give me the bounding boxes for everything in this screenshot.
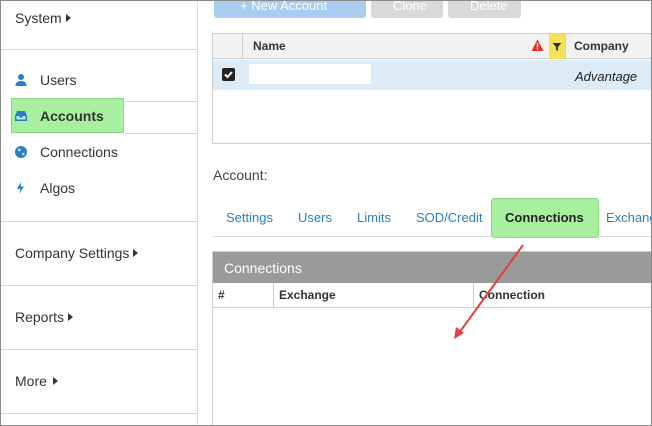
caret-right-icon bbox=[68, 313, 74, 321]
row-company-cell: Advantage bbox=[575, 69, 638, 84]
sidebar-item-users[interactable]: Users bbox=[1, 69, 197, 93]
caret-right-icon bbox=[65, 14, 71, 22]
grid-header: Name Company bbox=[213, 34, 651, 59]
column-divider bbox=[565, 34, 566, 59]
sidebar-company-settings-menu[interactable]: Company Settings bbox=[15, 245, 139, 261]
caret-right-icon bbox=[52, 377, 58, 385]
sidebar-item-accounts[interactable]: Accounts bbox=[1, 105, 197, 129]
new-account-label: + New Account bbox=[240, 0, 328, 13]
account-label: Account: bbox=[213, 167, 268, 183]
connections-table-header: # Exchange Connection bbox=[213, 283, 651, 308]
sidebar-item-label: Accounts bbox=[40, 108, 104, 124]
account-tabs: Settings Users Limits SOD/Credit Connect… bbox=[213, 198, 651, 238]
delete-label: Delete bbox=[470, 0, 508, 13]
tab-limits[interactable]: Limits bbox=[357, 210, 391, 225]
sidebar-item-label: Algos bbox=[40, 180, 76, 196]
divider bbox=[1, 285, 197, 286]
caret-right-icon bbox=[133, 249, 139, 257]
panel-header: Connections bbox=[213, 252, 651, 283]
sidebar-system-menu[interactable]: System bbox=[15, 10, 71, 26]
warning-icon bbox=[531, 39, 544, 51]
filter-icon bbox=[552, 43, 562, 51]
column-header-exchange[interactable]: Exchange bbox=[279, 288, 336, 302]
filter-button[interactable] bbox=[549, 34, 565, 59]
sidebar-system-label: System bbox=[15, 10, 62, 26]
tab-users[interactable]: Users bbox=[298, 210, 332, 225]
panel-title: Connections bbox=[224, 260, 302, 276]
column-divider bbox=[242, 34, 243, 59]
clone-label: Clone bbox=[393, 0, 427, 13]
tab-settings[interactable]: Settings bbox=[226, 210, 273, 225]
connections-panel: Connections # Exchange Connection bbox=[212, 251, 651, 425]
company-settings-label: Company Settings bbox=[15, 245, 130, 261]
delete-button[interactable]: Delete bbox=[448, 0, 521, 18]
globe-icon bbox=[15, 146, 27, 158]
tab-connections[interactable]: Connections bbox=[505, 210, 584, 225]
tab-exchange[interactable]: Exchang bbox=[606, 210, 651, 225]
check-icon bbox=[224, 71, 233, 79]
sidebar-item-connections[interactable]: Connections bbox=[1, 141, 197, 165]
more-label: More bbox=[15, 373, 47, 389]
divider bbox=[125, 133, 197, 134]
clone-button[interactable]: Clone bbox=[371, 0, 443, 18]
column-header-company[interactable]: Company bbox=[574, 39, 629, 53]
column-divider bbox=[473, 283, 474, 308]
sidebar-more-menu[interactable]: More bbox=[15, 373, 58, 389]
divider bbox=[1, 413, 197, 414]
sidebar-item-label: Connections bbox=[40, 144, 118, 160]
bolt-icon bbox=[17, 182, 24, 194]
column-header-name[interactable]: Name bbox=[253, 39, 286, 53]
column-divider bbox=[273, 283, 274, 308]
divider bbox=[1, 349, 197, 350]
column-header-connection[interactable]: Connection bbox=[479, 288, 545, 302]
reports-label: Reports bbox=[15, 309, 65, 325]
sidebar-item-label: Users bbox=[40, 72, 77, 88]
sidebar-section-system: System bbox=[1, 1, 197, 50]
user-icon bbox=[15, 74, 27, 86]
inbox-icon bbox=[15, 111, 27, 121]
tab-sod-credit[interactable]: SOD/Credit bbox=[416, 210, 482, 225]
app-window: System Users Accounts Connections Algos … bbox=[0, 0, 652, 426]
divider bbox=[1, 221, 197, 222]
sidebar-reports-menu[interactable]: Reports bbox=[15, 309, 74, 325]
new-account-button[interactable]: + New Account bbox=[214, 0, 366, 18]
row-checkbox[interactable] bbox=[222, 68, 235, 81]
accounts-grid: Name Company Advantage bbox=[212, 33, 651, 144]
column-header-number[interactable]: # bbox=[218, 288, 225, 302]
sidebar: System Users Accounts Connections Algos … bbox=[1, 1, 198, 425]
table-row[interactable]: Advantage bbox=[213, 60, 651, 90]
divider bbox=[125, 101, 197, 102]
sidebar-item-algos[interactable]: Algos bbox=[1, 177, 197, 201]
row-name-cell[interactable] bbox=[249, 64, 371, 84]
